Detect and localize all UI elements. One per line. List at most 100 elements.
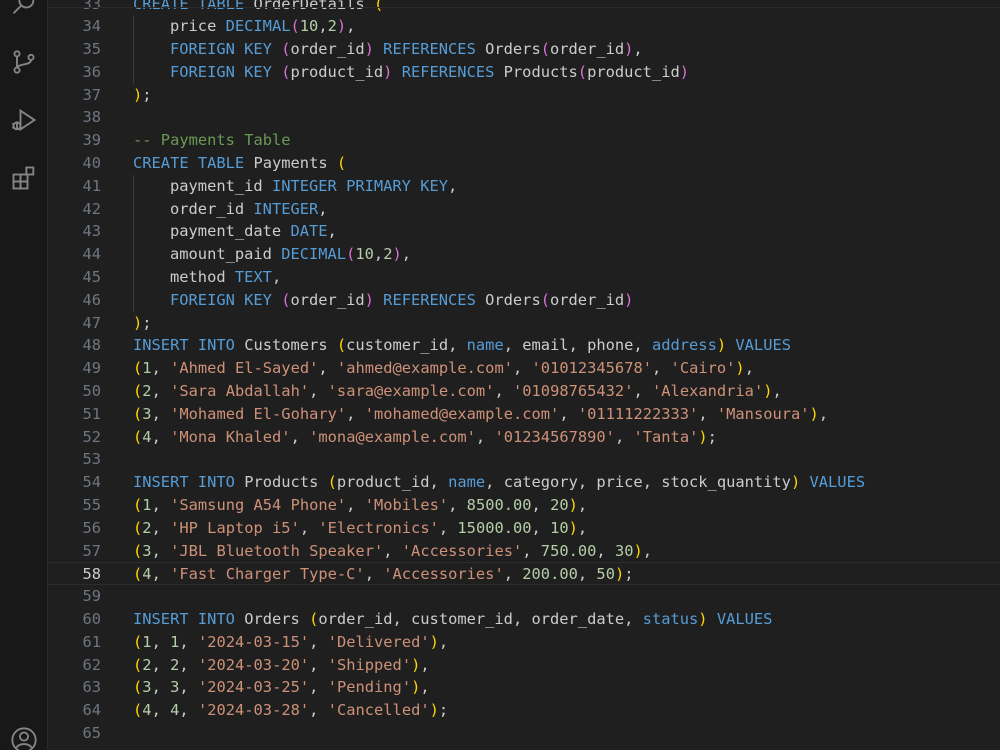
code-line[interactable]: 49 (1, 'Ahmed El-Sayed', 'ahmed@example.c… [48, 357, 1000, 380]
code-token: 20 [550, 496, 569, 515]
code-line[interactable]: 36 FOREIGN KEY (product_id) REFERENCES Pr… [48, 60, 1000, 84]
code-text: (3, 3, '2024-03-25', 'Pending'), [133, 676, 430, 699]
code-token: , [309, 382, 328, 401]
code-token: , [179, 701, 198, 720]
activity-bar [0, 0, 48, 750]
code-token: , [383, 541, 402, 560]
code-token: name [466, 336, 504, 355]
code-token: , [318, 359, 337, 378]
code-token: Products [503, 62, 578, 81]
extensions-icon[interactable] [6, 160, 42, 196]
code-text: (3, 'JBL Bluetooth Speaker', 'Accessorie… [133, 540, 652, 563]
code-text: CREATE TABLE Payments ( [133, 152, 346, 175]
code-token: Orders [244, 610, 310, 629]
code-line[interactable]: 63 (3, 3, '2024-03-25', 'Pending'), [48, 676, 1000, 699]
code-token: ) [364, 290, 374, 309]
indent-guide [133, 60, 134, 84]
code-token: 4 [142, 565, 152, 584]
code-token: -- Payments Table [133, 131, 291, 150]
code-token: , [309, 701, 328, 720]
code-token: 'Sara Abdallah' [170, 382, 310, 401]
code-token: ; [142, 85, 152, 104]
code-token: 'Alexandria' [652, 382, 764, 401]
code-token: Payments [253, 154, 337, 173]
indent-guide [133, 266, 134, 289]
code-line[interactable]: 42 order_id INTEGER, [48, 197, 1000, 221]
code-token: , [698, 404, 717, 423]
line-number: 45 [82, 268, 101, 287]
line-number: 60 [82, 610, 101, 629]
code-token: , [577, 518, 588, 537]
code-line[interactable]: 47); [48, 312, 1000, 335]
search-icon[interactable] [6, 0, 42, 22]
code-line[interactable]: 65 [48, 722, 1000, 745]
code-line[interactable]: 41 payment_id INTEGER PRIMARY KEY, [48, 174, 1000, 198]
code-token: , [818, 404, 829, 423]
code-text: INSERT INTO Products (product_id, name, … [133, 471, 865, 494]
account-icon[interactable] [6, 722, 42, 750]
code-line[interactable]: 62 (2, 2, '2024-03-20', 'Shipped'), [48, 654, 1000, 677]
code-line[interactable]: 60 INSERT INTO Orders (order_id, customer… [48, 608, 1000, 631]
code-token: ( [133, 496, 143, 515]
line-number: 36 [82, 62, 101, 81]
code-token: ( [336, 154, 347, 173]
code-token: ) [735, 359, 745, 378]
code-token: ( [133, 404, 143, 423]
code-text: INSERT INTO Customers (customer_id, name… [133, 334, 791, 357]
code-token: 'Mona Khaled' [170, 427, 291, 446]
source-control-icon[interactable] [6, 44, 42, 80]
code-editor[interactable]: 33 CREATE TABLE OrderDetails (34 price DEC… [48, 0, 1000, 750]
code-line[interactable]: 38 [48, 106, 1000, 129]
code-line[interactable]: 44 amount_paid DECIMAL(10,2), [48, 243, 1000, 267]
code-token: ) [336, 17, 347, 36]
code-token: 200.00 [522, 565, 578, 584]
code-token: 'sara@example.com' [327, 382, 495, 401]
code-line[interactable]: 34 price DECIMAL(10,2), [48, 15, 1000, 39]
indent-guide [133, 197, 134, 221]
code-token: 'Mobiles' [364, 496, 449, 515]
code-line[interactable]: 35 FOREIGN KEY (order_id) REFERENCES Orde… [48, 38, 1000, 61]
line-number: 65 [82, 724, 101, 742]
code-line[interactable]: 46 FOREIGN KEY (order_id) REFERENCES Orde… [48, 288, 1000, 312]
code-line[interactable]: 53 [48, 448, 1000, 471]
code-token: INSERT INTO [133, 473, 245, 492]
code-token: 3 [142, 404, 152, 423]
code-line[interactable]: 52 (4, 'Mona Khaled', 'mona@example.com',… [48, 426, 1000, 449]
code-token: payment_date [170, 222, 291, 241]
code-line[interactable]: 45 method TEXT, [48, 266, 1000, 289]
indent-guide [133, 174, 134, 198]
code-token: INSERT INTO [133, 610, 245, 629]
code-token: , [346, 496, 365, 515]
code-token: INTEGER PRIMARY KEY [271, 176, 448, 195]
code-token: order_id [290, 290, 365, 309]
code-line[interactable]: 51 (3, 'Mohamed El-Gohary', 'mohamed@exam… [48, 403, 1000, 426]
code-text: ); [133, 84, 152, 107]
code-line[interactable]: 48 INSERT INTO Customers (customer_id, na… [48, 334, 1000, 357]
code-line[interactable]: 43 payment_date DATE, [48, 220, 1000, 244]
code-line[interactable]: 55 (1, 'Samsung A54 Phone', 'Mobiles', 85… [48, 494, 1000, 517]
code-token: 750.00 [540, 541, 597, 560]
code-line[interactable]: 64 (4, 4, '2024-03-28', 'Cancelled'); [48, 699, 1000, 722]
code-line[interactable]: 54 INSERT INTO Products (product_id, name… [48, 471, 1000, 494]
code-token: ( [327, 473, 337, 492]
run-debug-icon[interactable] [6, 102, 42, 138]
code-line[interactable]: 40 CREATE TABLE Payments ( [48, 152, 1000, 175]
code-token: , [151, 496, 171, 515]
code-token: 10 [299, 17, 319, 36]
code-line[interactable]: 39 -- Payments Table [48, 129, 1000, 152]
code-line[interactable]: 37); [48, 84, 1000, 107]
code-token: 4 [170, 701, 180, 720]
line-number: 48 [82, 336, 101, 355]
code-line[interactable]: 59 [48, 585, 1000, 608]
code-line[interactable]: 57 (3, 'JBL Bluetooth Speaker', 'Accessor… [48, 540, 1000, 563]
code-line[interactable]: 58 (4, 'Fast Charger Type-C', 'Accessorie… [48, 562, 1000, 586]
code-token: ( [133, 427, 143, 446]
indent-guide [133, 220, 134, 244]
code-line[interactable]: 61 (1, 1, '2024-03-15', 'Delivered'), [48, 631, 1000, 654]
code-line[interactable]: 56 (2, 'HP Laptop i5', 'Electronics', 150… [48, 517, 1000, 540]
code-token: Orders [485, 290, 541, 309]
code-token: '01012345678' [531, 359, 652, 378]
code-line[interactable]: 50 (2, 'Sara Abdallah', 'sara@example.com… [48, 380, 1000, 403]
code-token: ) [698, 427, 708, 446]
code-token: ) [716, 336, 727, 355]
